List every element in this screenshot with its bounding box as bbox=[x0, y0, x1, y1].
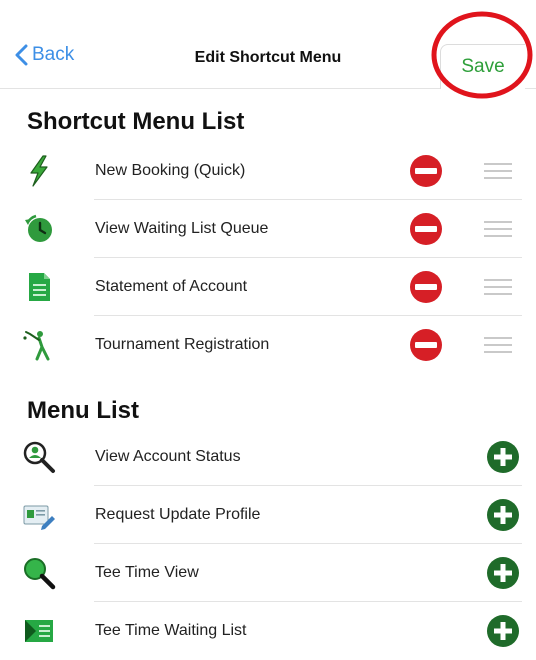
magnifier-icon bbox=[22, 556, 56, 590]
menu-row-account-status: View Account Status bbox=[0, 428, 536, 486]
reorder-handle-icon[interactable] bbox=[484, 221, 512, 237]
shortcut-row-tournament: Tournament Registration bbox=[0, 316, 536, 374]
shortcut-label: New Booking (Quick) bbox=[95, 162, 246, 179]
shortcut-row-waiting-queue: View Waiting List Queue bbox=[0, 200, 536, 258]
shortcut-section-title: Shortcut Menu List bbox=[27, 108, 245, 135]
add-button[interactable] bbox=[486, 440, 520, 474]
menu-label: Tee Time Waiting List bbox=[95, 622, 247, 639]
shortcut-label: View Waiting List Queue bbox=[95, 220, 269, 237]
add-button[interactable] bbox=[486, 614, 520, 648]
menu-label: Tee Time View bbox=[95, 564, 199, 581]
remove-button[interactable] bbox=[409, 328, 443, 362]
menu-row-tee-time-waiting: Tee Time Waiting List bbox=[0, 602, 536, 660]
shortcut-label: Tournament Registration bbox=[95, 336, 270, 353]
remove-button[interactable] bbox=[409, 270, 443, 304]
shortcut-row-new-booking: New Booking (Quick) bbox=[0, 142, 536, 200]
menu-row-update-profile: Request Update Profile bbox=[0, 486, 536, 544]
shortcut-row-statement: Statement of Account bbox=[0, 258, 536, 316]
reorder-handle-icon[interactable] bbox=[484, 279, 512, 295]
lightning-bolt-icon bbox=[22, 154, 56, 188]
remove-button[interactable] bbox=[409, 154, 443, 188]
menu-label: Request Update Profile bbox=[95, 506, 261, 523]
remove-button[interactable] bbox=[409, 212, 443, 246]
add-button[interactable] bbox=[486, 498, 520, 532]
annotation-circle bbox=[431, 11, 533, 99]
clock-icon bbox=[22, 212, 56, 246]
document-icon bbox=[22, 270, 56, 304]
menu-section-title: Menu List bbox=[27, 397, 139, 424]
shortcut-label: Statement of Account bbox=[95, 278, 248, 295]
waiting-list-icon bbox=[22, 614, 56, 648]
account-search-icon bbox=[22, 440, 56, 474]
reorder-handle-icon[interactable] bbox=[484, 163, 512, 179]
reorder-handle-icon[interactable] bbox=[484, 337, 512, 353]
menu-label: View Account Status bbox=[95, 448, 241, 465]
add-button[interactable] bbox=[486, 556, 520, 590]
menu-row-tee-time-view: Tee Time View bbox=[0, 544, 536, 602]
golfer-icon bbox=[22, 328, 56, 362]
profile-card-icon bbox=[22, 498, 56, 532]
save-area: Save bbox=[430, 6, 534, 100]
